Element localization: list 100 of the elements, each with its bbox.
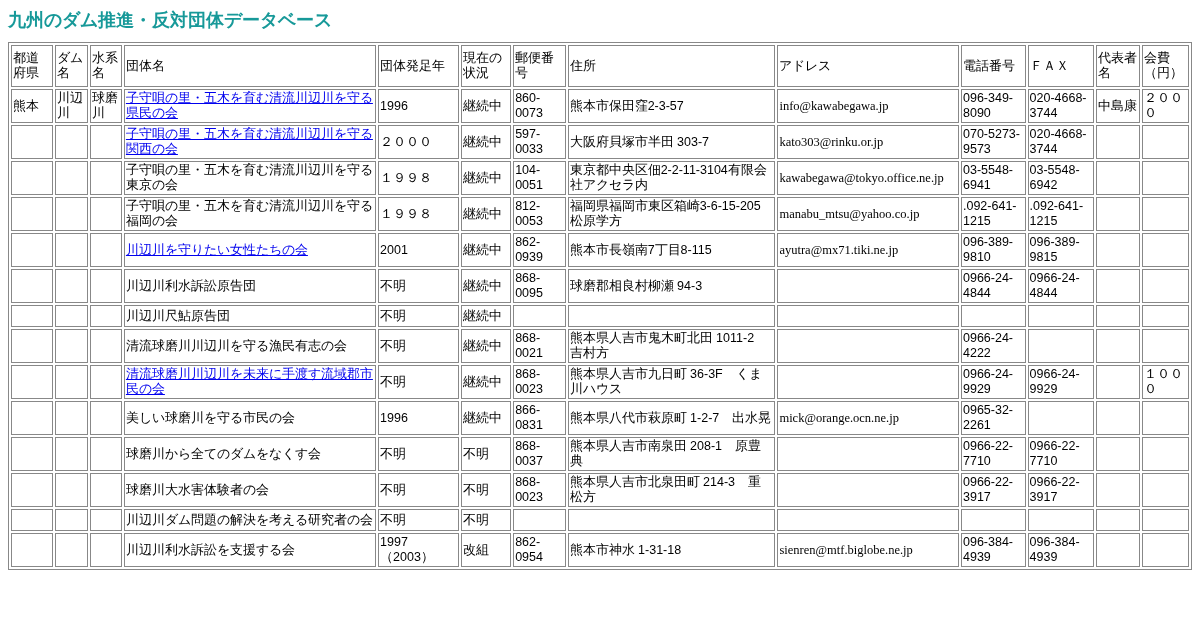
column-header: ダム名 — [55, 45, 88, 87]
table-cell: 096-389-9810 — [961, 233, 1026, 267]
table-cell: ２０００ — [1142, 89, 1189, 123]
table-cell: kato303@rinku.or.jp — [777, 125, 959, 159]
table-cell: 不明 — [460, 437, 512, 471]
group-name: 川辺川利水訴訟原告団 — [125, 278, 257, 294]
table-cell: 868-0095 — [513, 269, 566, 303]
table-cell: ayutra@mx71.tiki.ne.jp — [777, 233, 959, 267]
column-header: 都道府県 — [11, 45, 54, 87]
table-cell: 不明 — [460, 473, 512, 507]
column-header: 電話番号 — [961, 45, 1026, 87]
table-cell: 熊本県人吉市鬼木町北田 1011-2 吉村方 — [567, 329, 776, 363]
group-name: 子守唄の里・五木を育む清流川辺川を守る東京の会 — [125, 163, 374, 193]
table-cell: 大阪府貝塚市半田 303-7 — [567, 125, 776, 159]
column-header: 郵便番号 — [513, 45, 566, 87]
table-cell: 1996 — [378, 401, 459, 435]
table-cell: 0966-22-7710 — [1027, 437, 1095, 471]
table-cell: 0966-22-7710 — [961, 437, 1026, 471]
table-cell: 継続中 — [460, 125, 512, 159]
table-cell: sienren@mtf.biglobe.ne.jp — [777, 533, 959, 567]
group-name: 子守唄の里・五木を育む清流川辺川を守る福岡の会 — [125, 199, 374, 229]
group-name: 球磨川から全てのダムをなくす会 — [125, 446, 322, 462]
table-cell: 東京都中央区佃2-2-11-3104有限会社アクセラ内 — [567, 161, 776, 195]
group-name: 美しい球磨川を守る市民の会 — [125, 410, 296, 426]
group-name: 川辺川利水訴訟を支援する会 — [125, 542, 296, 558]
table-cell: 熊本市神水 1-31-18 — [567, 533, 776, 567]
table-cell: kawabegawa@tokyo.office.ne.jp — [777, 161, 959, 195]
group-name: 川辺川ダム問題の解決を考える研究者の会 — [125, 512, 374, 528]
table-cell: info@kawabegawa.jp — [777, 89, 959, 123]
group-link[interactable]: 子守唄の里・五木を育む清流川辺川を守る関西の会 — [125, 127, 375, 157]
table-cell: 熊本県人吉市北泉田町 214-3 重松方 — [567, 473, 776, 507]
table-cell: 860-0073 — [513, 89, 566, 123]
group-name: 球磨川大水害体験者の会 — [125, 482, 270, 498]
table-cell: 継続中 — [460, 269, 512, 303]
table-cell: 020-4668-3744 — [1027, 125, 1095, 159]
table-cell: 2001 — [378, 233, 459, 267]
table-cell: 不明 — [378, 365, 459, 399]
table-cell: 熊本県人吉市南泉田 208-1 原豊典 — [567, 437, 776, 471]
table-cell: 継続中 — [460, 233, 512, 267]
column-header: 団体発足年 — [378, 45, 459, 87]
group-name: 川辺川尺鮎原告団 — [125, 308, 231, 324]
table-cell: 不明 — [378, 437, 459, 471]
column-header: 団体名 — [123, 45, 377, 87]
table-cell: 0966-22-3917 — [1027, 473, 1095, 507]
table-cell: 熊本市長嶺南7丁目8-115 — [567, 233, 776, 267]
table-cell: manabu_mtsu@yahoo.co.jp — [777, 197, 959, 231]
table-cell: 不明 — [378, 305, 459, 327]
table-cell: 1997（2003） — [378, 533, 459, 567]
table-cell: 096-384-4939 — [961, 533, 1026, 567]
table-cell: 0966-24-4222 — [961, 329, 1026, 363]
table-cell: 不明 — [460, 509, 512, 531]
table-cell: 868-0023 — [513, 365, 566, 399]
table-cell: １９９８ — [378, 197, 459, 231]
column-header: ＦＡＸ — [1027, 45, 1095, 87]
column-header: 会費（円） — [1142, 45, 1189, 87]
table-cell: 中島康 — [1096, 89, 1141, 123]
column-header: 代表者名 — [1096, 45, 1141, 87]
column-header: 現在の状況 — [460, 45, 512, 87]
table-cell: 不明 — [378, 473, 459, 507]
table-cell: 継続中 — [460, 89, 512, 123]
table-cell: 0966-22-3917 — [961, 473, 1026, 507]
table-cell: 福岡県福岡市東区箱崎3-6-15-205松原学方 — [567, 197, 776, 231]
table-cell: 0965-32-2261 — [961, 401, 1026, 435]
table-cell: mick@orange.ocn.ne.jp — [777, 401, 959, 435]
table-cell: 597-0033 — [513, 125, 566, 159]
table-cell: 熊本県八代市萩原町 1-2-7 出水晃 — [567, 401, 776, 435]
table-cell: 868-0023 — [513, 473, 566, 507]
table-cell: 熊本県人吉市九日町 36-3F くま川ハウス — [567, 365, 776, 399]
table-cell: 862-0954 — [513, 533, 566, 567]
table-cell: 096-384-4939 — [1027, 533, 1095, 567]
table-cell: 020-4668-3744 — [1027, 89, 1095, 123]
table-cell: 球磨川 — [89, 89, 122, 123]
table-cell: 868-0037 — [513, 437, 566, 471]
table-cell: 継続中 — [460, 161, 512, 195]
group-name: 清流球磨川川辺川を守る漁民有志の会 — [125, 338, 348, 354]
table-cell: 球磨郡相良村柳瀬 94-3 — [567, 269, 776, 303]
column-header: 住所 — [567, 45, 776, 87]
table-cell: 0966-24-9929 — [961, 365, 1026, 399]
table-cell: 継続中 — [460, 305, 512, 327]
table-cell: 03-5548-6942 — [1027, 161, 1095, 195]
table-cell: 不明 — [378, 509, 459, 531]
group-link[interactable]: 清流球磨川川辺川を未来に手渡す流域郡市民の会 — [125, 367, 375, 397]
table-cell: 継続中 — [460, 365, 512, 399]
table-cell: １０００ — [1142, 365, 1189, 399]
table-cell: 03-5548-6941 — [961, 161, 1026, 195]
group-link[interactable]: 子守唄の里・五木を育む清流川辺川を守る県民の会 — [125, 91, 375, 121]
table-cell: 0966-24-4844 — [961, 269, 1026, 303]
table-cell: 1996 — [378, 89, 459, 123]
table-cell: 熊本 — [11, 89, 54, 123]
table-cell: 070-5273-9573 — [961, 125, 1026, 159]
table-cell: 0966-24-9929 — [1027, 365, 1095, 399]
table-cell: 866-0831 — [513, 401, 566, 435]
table-cell: 継続中 — [460, 329, 512, 363]
table-cell: 継続中 — [460, 197, 512, 231]
table-cell: 0966-24-4844 — [1027, 269, 1095, 303]
table-cell: 096-389-9815 — [1027, 233, 1095, 267]
table-cell: 868-0021 — [513, 329, 566, 363]
table-cell: 862-0939 — [513, 233, 566, 267]
table-cell: 川辺川 — [55, 89, 88, 123]
column-header: 水系名 — [89, 45, 122, 87]
